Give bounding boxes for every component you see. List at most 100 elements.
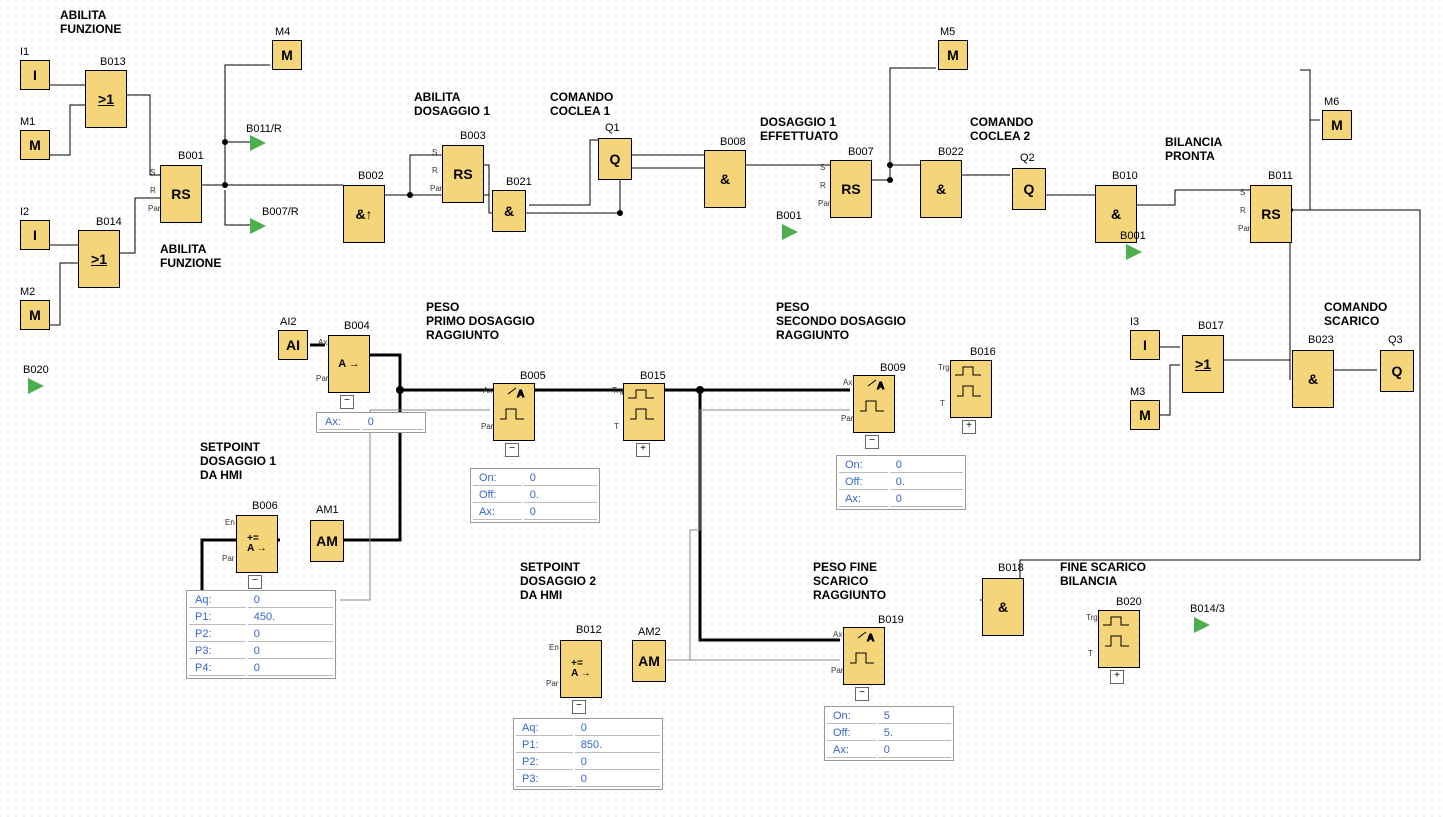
- lbl-m3: M3: [1130, 386, 1145, 398]
- param-b004[interactable]: Ax:0: [316, 412, 426, 433]
- toggle-b015[interactable]: +: [636, 443, 650, 457]
- lbl-m6: M6: [1324, 96, 1339, 108]
- lbl-flag5: B020: [23, 364, 49, 376]
- lbl-q1: Q1: [605, 122, 620, 134]
- lbl-i2: I2: [20, 206, 29, 218]
- lbl-b019: B019: [878, 614, 904, 626]
- lbl-b020: B020: [1116, 596, 1142, 608]
- svg-text:A: A: [867, 633, 874, 644]
- flag-b020[interactable]: [28, 378, 44, 394]
- title-fine-scarico: FINE SCARICO BILANCIA: [1060, 560, 1146, 588]
- block-b021[interactable]: &: [492, 190, 526, 232]
- title-abilita-2: ABILITA FUNZIONE: [160, 242, 221, 270]
- param-b009[interactable]: On:0Off:0.Ax:0: [836, 455, 966, 510]
- flag-b014-3[interactable]: [1194, 617, 1210, 633]
- lbl-b004: B004: [344, 320, 370, 332]
- editor-grid: [0, 0, 1443, 817]
- title-setpoint2: SETPOINT DOSAGGIO 2 DA HMI: [520, 560, 596, 602]
- block-i3[interactable]: I: [1130, 330, 1160, 360]
- title-abilita-dos: ABILITA DOSAGGIO 1: [414, 90, 490, 118]
- title-peso-secondo: PESO SECONDO DOSAGGIO RAGGIUNTO: [776, 300, 906, 342]
- block-b001[interactable]: RS: [160, 165, 202, 223]
- toggle-b019[interactable]: −: [855, 687, 869, 701]
- block-b002[interactable]: &↑: [343, 185, 385, 243]
- lbl-flag2: B007/R: [262, 206, 299, 218]
- flag-b001-2[interactable]: [1126, 244, 1142, 260]
- block-m6[interactable]: M: [1322, 110, 1352, 140]
- block-b016[interactable]: [950, 360, 992, 418]
- lbl-am2: AM2: [638, 626, 661, 638]
- block-b017[interactable]: >1: [1182, 335, 1224, 393]
- toggle-b012[interactable]: −: [572, 700, 586, 714]
- title-abilita-1: ABILITA FUNZIONE: [60, 8, 121, 36]
- title-dos-eff: DOSAGGIO 1 EFFETTUATO: [760, 115, 838, 143]
- block-b020[interactable]: [1098, 610, 1140, 668]
- lbl-flag4: B001: [1120, 230, 1146, 242]
- lbl-b018: B018: [998, 562, 1024, 574]
- flag-b001-1[interactable]: [782, 224, 798, 240]
- block-m4[interactable]: M: [272, 40, 302, 70]
- lbl-b001: B001: [178, 150, 204, 162]
- svg-text:A: A: [517, 389, 524, 400]
- param-b012[interactable]: Aq:0P1:850.P2:0P3:0: [513, 718, 663, 790]
- toggle-b005[interactable]: −: [505, 443, 519, 457]
- block-m5[interactable]: M: [938, 40, 968, 70]
- block-b014[interactable]: >1: [78, 230, 120, 288]
- title-peso-primo: PESO PRIMO DOSAGGIO RAGGIUNTO: [426, 300, 535, 342]
- lbl-m1: M1: [20, 116, 35, 128]
- block-i2[interactable]: I: [20, 220, 50, 250]
- lbl-q3: Q3: [1388, 334, 1403, 346]
- toggle-b004[interactable]: −: [340, 395, 354, 409]
- block-b013[interactable]: >1: [85, 70, 127, 128]
- block-m2[interactable]: M: [20, 300, 50, 330]
- title-cmd-scarico: COMANDO SCARICO: [1324, 300, 1387, 328]
- lbl-b017: B017: [1198, 320, 1224, 332]
- block-b011[interactable]: RS: [1250, 185, 1292, 243]
- lbl-ai2: AI2: [280, 316, 297, 328]
- title-setpoint1: SETPOINT DOSAGGIO 1 DA HMI: [200, 440, 276, 482]
- block-b019[interactable]: A: [843, 627, 885, 685]
- block-am1[interactable]: AM: [310, 520, 344, 562]
- block-ai2[interactable]: AI: [278, 330, 308, 360]
- lbl-b006: B006: [252, 500, 278, 512]
- block-am2[interactable]: AM: [632, 640, 666, 682]
- lbl-am1: AM1: [316, 504, 339, 516]
- lbl-b008: B008: [720, 136, 746, 148]
- title-bilancia: BILANCIA PRONTA: [1165, 135, 1222, 163]
- lbl-i1: I1: [20, 46, 29, 58]
- block-b018[interactable]: &: [982, 578, 1024, 636]
- block-q2[interactable]: Q: [1012, 168, 1046, 210]
- lbl-b010: B010: [1112, 170, 1138, 182]
- toggle-b016[interactable]: +: [962, 420, 976, 434]
- block-b005[interactable]: A: [493, 383, 535, 441]
- block-b008[interactable]: &: [704, 150, 746, 208]
- flag-b011r[interactable]: [250, 135, 266, 151]
- lbl-b012: B012: [576, 624, 602, 636]
- block-m1[interactable]: M: [20, 130, 50, 160]
- block-i1[interactable]: I: [20, 60, 50, 90]
- block-b015[interactable]: [623, 383, 665, 441]
- block-b003[interactable]: RS: [442, 145, 484, 203]
- flag-b007r[interactable]: [250, 218, 266, 234]
- block-b023[interactable]: &: [1292, 350, 1334, 408]
- lbl-q2: Q2: [1020, 152, 1035, 164]
- block-b006[interactable]: += A →: [236, 515, 278, 573]
- block-b004[interactable]: A →: [328, 335, 370, 393]
- block-b012[interactable]: += A →: [560, 640, 602, 698]
- toggle-b006[interactable]: −: [248, 575, 262, 589]
- param-b019[interactable]: On:5Off:5.Ax:0: [824, 706, 954, 761]
- lbl-b016: B016: [970, 346, 996, 358]
- lbl-flag1: B011/R: [246, 123, 282, 135]
- lbl-b005: B005: [520, 370, 546, 382]
- lbl-b022: B022: [938, 146, 964, 158]
- block-m3[interactable]: M: [1130, 400, 1160, 430]
- param-b005[interactable]: On:0Off:0.Ax:0: [470, 468, 600, 523]
- block-b007[interactable]: RS: [830, 160, 872, 218]
- toggle-b020[interactable]: +: [1110, 670, 1124, 684]
- block-q1[interactable]: Q: [598, 138, 632, 180]
- block-b009[interactable]: A: [853, 375, 895, 433]
- param-b006[interactable]: Aq:0P1:450.P2:0P3:0P4:0: [186, 590, 336, 679]
- block-b022[interactable]: &: [920, 160, 962, 218]
- block-q3[interactable]: Q: [1380, 350, 1414, 392]
- toggle-b009[interactable]: −: [865, 435, 879, 449]
